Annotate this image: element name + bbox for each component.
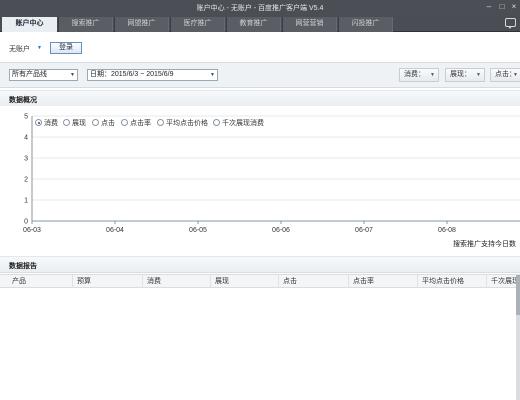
tab-marketing[interactable]: 网营营销 [282,17,337,32]
x-tick-label: 06-04 [106,227,124,234]
legend-label: 点击率 [130,120,151,127]
legend-ctr[interactable]: 点击率 [121,118,151,128]
chevron-down-icon: ▼ [476,72,481,78]
x-tick-label: 06-06 [272,227,290,234]
product-line-value: 所有产品线 [12,71,47,78]
radio-icon [92,119,99,126]
overview-chart: 0 1 2 3 4 5 06-03 06-04 06-05 06-06 06-07 06-08 消费 … [0,106,520,256]
report-table-body [0,288,520,400]
window-title: 账户中心 - 无账户 - 百度推广客户端 V5.4 [196,5,324,12]
product-line-select[interactable]: 所有产品线 ▼ [9,69,78,81]
window-minimize-icon[interactable]: – [484,2,494,12]
column-header-cpm[interactable]: 千次展现消费 [486,275,516,288]
radio-icon [63,119,70,126]
x-tick-label: 06-08 [438,227,456,234]
main-tabbar: 账户中心 搜索推广 网盟推广 医疗推广 教育推广 网营营销 闪投推广 [0,15,520,32]
y-tick-label: 1 [24,198,28,205]
legend-avg-cpc[interactable]: 平均点击价格 [157,118,208,128]
column-header-clicks[interactable]: 点击 [278,275,348,288]
legend-label: 消费 [44,120,58,127]
scrollbar-thumb[interactable] [516,275,520,315]
login-button[interactable]: 登录 [50,42,82,54]
impressions-metric-label: 展现： [450,71,471,78]
legend-label: 平均点击价格 [166,120,208,127]
chevron-down-icon[interactable]: ▼ [37,45,42,51]
chevron-down-icon: ▼ [513,72,518,78]
y-tick-label: 0 [24,219,28,226]
chat-icon[interactable] [505,18,516,29]
tab-network-promotion[interactable]: 网盟推广 [114,17,169,32]
legend-cost[interactable]: 消费 [35,118,58,128]
legend-label: 展现 [72,120,86,127]
chevron-down-icon: ▼ [70,72,75,78]
y-tick-label: 2 [24,177,28,184]
chevron-down-icon: ▼ [210,72,215,78]
tab-medical-promotion[interactable]: 医疗推广 [170,17,225,32]
column-header-ctr[interactable]: 点击率 [348,275,417,288]
legend-clicks[interactable]: 点击 [92,118,115,128]
report-section-header: 数据报告 [0,256,520,273]
legend-impressions[interactable]: 展现 [63,118,86,128]
window-titlebar: 账户中心 - 无账户 - 百度推广客户端 V5.4 – □ × [0,0,520,15]
account-selector[interactable]: 无账户 [9,44,30,54]
column-header-product[interactable]: 产品 [8,275,72,288]
y-tick-label: 5 [24,114,28,121]
x-tick-label: 06-05 [189,227,207,234]
x-tick-label: 06-03 [23,227,41,234]
date-range-value: 日期：2015/6/3 ~ 2015/6/9 [90,71,174,78]
radio-icon [157,119,164,126]
tab-education-promotion[interactable]: 教育推广 [226,17,281,32]
clicks-metric-button[interactable]: 点击： ▼ [490,68,520,82]
legend-label: 千次展现消费 [222,120,264,127]
filter-bar: 所有产品线 ▼ 日期：2015/6/3 ~ 2015/6/9 ▼ 消费： ▼ 展… [0,63,520,88]
radio-selected-icon [35,119,42,126]
y-tick-label: 3 [24,156,28,163]
overview-title: 数据概况 [9,97,37,104]
column-header-budget[interactable]: 预算 [72,275,142,288]
chart-note: 搜索推广支持今日数 [453,241,516,248]
x-tick-label: 06-07 [355,227,373,234]
date-range-select[interactable]: 日期：2015/6/3 ~ 2015/6/9 ▼ [87,69,218,81]
tab-account-center[interactable]: 账户中心 [2,17,57,32]
overview-section-header: 数据概况 [0,90,520,107]
column-header-impressions[interactable]: 展现 [210,275,278,288]
cost-metric-label: 消费： [404,71,425,78]
cost-metric-button[interactable]: 消费： ▼ [399,68,439,82]
account-bar: 无账户 ▼ 登录 [0,33,520,63]
radio-icon [121,119,128,126]
report-table-header: 产品 预算 消费 展现 点击 点击率 平均点击价格 千次展现消费 [0,274,520,288]
legend-cpm[interactable]: 千次展现消费 [213,118,264,128]
tab-search-promotion[interactable]: 搜索推广 [58,17,113,32]
legend-label: 点击 [101,120,115,127]
window-maximize-icon[interactable]: □ [497,2,507,12]
column-header-cost[interactable]: 消费 [142,275,210,288]
report-title: 数据报告 [9,263,37,270]
y-tick-label: 4 [24,135,28,142]
radio-icon [213,119,220,126]
column-header-avg-cpc[interactable]: 平均点击价格 [417,275,486,288]
chevron-down-icon: ▼ [430,72,435,78]
impressions-metric-button[interactable]: 展现： ▼ [445,68,485,82]
tab-flash-promotion[interactable]: 闪投推广 [338,17,393,32]
window-close-icon[interactable]: × [509,2,519,12]
